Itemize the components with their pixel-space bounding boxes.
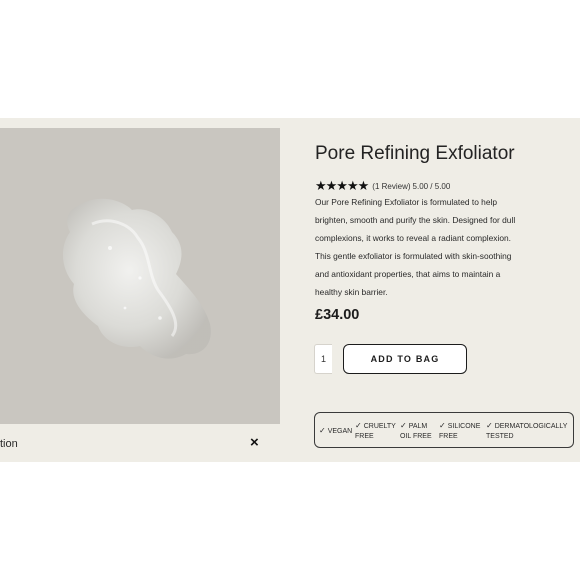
badge-label: PALM [408, 423, 428, 430]
close-icon[interactable]: × [250, 435, 259, 450]
check-icon: ✓ [355, 421, 362, 430]
check-icon: ✓ [439, 421, 446, 430]
badge-palm-oil-free: ✓ PALM OIL FREE [400, 421, 432, 442]
badge-label-line2: FREE [439, 433, 458, 440]
product-description: Our Pore Refining Exfoliator is formulat… [315, 197, 516, 297]
product-title: Pore Refining Exfoliator [315, 143, 515, 164]
review-count[interactable]: (1 Review) [372, 182, 410, 191]
product-image [0, 128, 280, 424]
badge-label: DERMATOLOGICALLY [494, 423, 568, 430]
check-icon: ✓ [319, 426, 326, 435]
badge-label-line2: OIL FREE [400, 433, 432, 440]
badge-label: SILICONE [447, 423, 481, 430]
add-to-bag-button[interactable]: ADD TO BAG [343, 344, 467, 374]
exfoliator-texture-image [62, 198, 211, 359]
quantity-input[interactable]: 1 [314, 344, 332, 374]
badge-vegan: ✓ VEGAN [319, 426, 352, 437]
badge-cruelty-free: ✓ CRUELTY FREE [355, 421, 396, 442]
badge-label-line2: TESTED [486, 433, 514, 440]
badge-dermatologically-tested: ✓ DERMATOLOGICALLY TESTED [486, 421, 567, 442]
badge-label: VEGAN [327, 428, 353, 435]
check-icon: ✓ [400, 421, 407, 430]
check-icon: ✓ [486, 421, 493, 430]
product-rating[interactable]: ★★★★★ (1 Review) 5.00 / 5.00 [315, 178, 450, 194]
rating-score: 5.00 / 5.00 [412, 181, 451, 191]
description-bar-label: tion [0, 438, 18, 450]
product-price: £34.00 [315, 307, 360, 323]
star-rating-icon: ★★★★★ [315, 178, 369, 193]
badge-label: CRUELTY [363, 423, 396, 430]
description-bar[interactable]: tion × [0, 432, 280, 456]
badge-silicone-free: ✓ SILICONE FREE [439, 421, 480, 442]
badge-label-line2: FREE [355, 433, 374, 440]
product-attributes-box: ✓ VEGAN ✓ CRUELTY FREE ✓ PALM OIL FREE ✓ SIL… [314, 412, 574, 448]
